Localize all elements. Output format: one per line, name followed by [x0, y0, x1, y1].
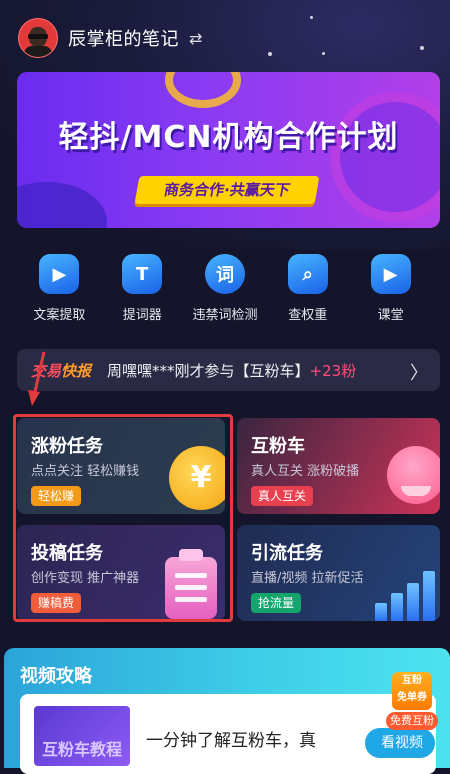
- star-decoration: [310, 16, 313, 19]
- play-icon: ▶: [39, 254, 80, 294]
- tool-check-weight[interactable]: ⌕ 查权重: [266, 254, 349, 323]
- card-title: 引流任务: [251, 543, 323, 564]
- account-name[interactable]: 辰掌柜的笔记: [68, 25, 179, 51]
- coupon-icon: 互粉 免单券: [392, 672, 432, 710]
- section-title: 视频攻略: [20, 666, 92, 687]
- switch-account-icon[interactable]: ⇄: [189, 29, 202, 48]
- teleprompter-icon: T: [122, 254, 163, 294]
- video-item[interactable]: 互粉车教程 一分钟了解互粉车，真 看视频: [20, 694, 436, 774]
- tool-grid: ▶ 文案提取 T 提词器 词 违禁词检测 ⌕ 查权重 ▶ 课堂: [18, 254, 432, 323]
- tool-label: 提词器: [122, 308, 162, 323]
- chevron-right-icon[interactable]: 〉: [410, 359, 428, 385]
- free-coupon-badge[interactable]: 互粉 免单券 免费互粉: [386, 672, 438, 730]
- video-thumbnail[interactable]: 互粉车教程: [34, 706, 130, 766]
- tool-teleprompter[interactable]: T 提词器: [101, 254, 184, 323]
- person-icon: [387, 446, 440, 504]
- task-card-mutual-follow[interactable]: 互粉车 真人互关 涨粉破播 真人互关: [237, 418, 440, 514]
- classroom-icon: ▶: [370, 254, 411, 294]
- trade-news-ticker[interactable]: 交易快报 周嘿嘿***刚才参与【互粉车】+23粉 〉: [17, 349, 440, 391]
- tool-banned-words[interactable]: 词 违禁词检测: [184, 254, 267, 323]
- tool-label: 课堂: [377, 308, 404, 323]
- star-decoration: [420, 46, 424, 50]
- ticker-message: 周嘿嘿***刚才参与【互粉车】+23粉: [107, 361, 357, 380]
- search-icon: ⌕: [287, 254, 328, 294]
- task-card-traffic[interactable]: 引流任务 直播/视频 拉新促活 抢流量: [237, 525, 440, 621]
- annotation-arrow: [28, 351, 46, 406]
- star-decoration: [268, 52, 272, 56]
- coupon-label: 免费互粉: [386, 712, 438, 730]
- tool-label: 查权重: [288, 308, 328, 323]
- card-desc: 真人互关 涨粉破播: [251, 464, 360, 479]
- video-guide-section: 视频攻略 互粉车教程 一分钟了解互粉车，真 看视频: [4, 648, 450, 774]
- video-title: 一分钟了解互粉车，真: [146, 731, 316, 751]
- tool-classroom[interactable]: ▶ 课堂: [349, 254, 432, 323]
- banner-title: 轻抖/MCN机构合作计划: [58, 120, 399, 155]
- growth-chart-icon: [375, 569, 440, 621]
- watch-video-button[interactable]: 看视频: [365, 728, 435, 758]
- tool-label: 违禁词检测: [192, 308, 258, 323]
- card-desc: 直播/视频 拉新促活: [251, 571, 364, 586]
- promo-banner[interactable]: 轻抖/MCN机构合作计划 商务合作·共赢天下: [17, 72, 440, 228]
- card-title: 互粉车: [251, 436, 305, 457]
- star-decoration: [322, 52, 325, 55]
- avatar[interactable]: [18, 18, 58, 58]
- annotation-highlight-box: [13, 414, 233, 622]
- tool-label: 文案提取: [33, 308, 86, 323]
- word-check-icon: 词: [204, 254, 245, 294]
- card-tag: 真人互关: [251, 486, 314, 506]
- header: 辰掌柜的笔记 ⇄: [18, 18, 202, 58]
- banner-subtitle: 商务合作·共赢天下: [134, 176, 320, 204]
- card-tag: 抢流量: [251, 593, 302, 613]
- tool-text-extract[interactable]: ▶ 文案提取: [18, 254, 101, 323]
